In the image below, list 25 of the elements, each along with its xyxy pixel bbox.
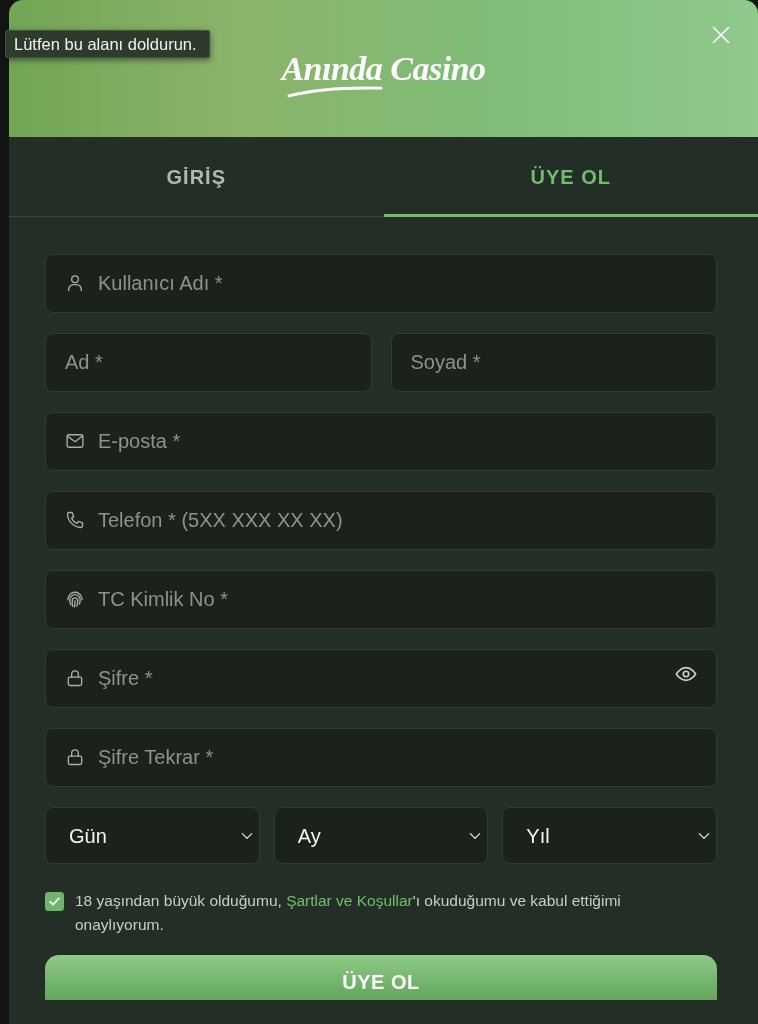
tab[interactable]: GİRİŞ bbox=[9, 137, 384, 217]
email-field[interactable]: E-posta * bbox=[45, 412, 717, 471]
consent-checkbox[interactable] bbox=[45, 892, 64, 911]
date-select[interactable]: Ay bbox=[273, 807, 489, 864]
envelope-icon bbox=[65, 431, 85, 451]
lock-icon bbox=[65, 747, 85, 767]
phone-icon bbox=[65, 510, 85, 530]
name-field[interactable]: Ad * bbox=[45, 333, 372, 392]
date-select[interactable]: Yıl bbox=[502, 807, 717, 864]
username-field[interactable]: Kullanıcı Adı * bbox=[45, 254, 717, 313]
terms-link[interactable]: Şartlar ve Koşullar bbox=[286, 892, 413, 909]
tab[interactable]: ÜYE OL bbox=[383, 137, 758, 217]
password-field[interactable]: Şifre Tekrar * bbox=[45, 728, 717, 787]
close-icon bbox=[711, 25, 731, 45]
lock-icon bbox=[65, 668, 85, 688]
user-icon bbox=[65, 273, 85, 293]
consent-text: 18 yaşından büyük olduğumu, Şartlar ve Koşullar'ı okuduğumu ve kabul ettiğimi onaylıyorum. bbox=[75, 891, 622, 935]
date-select[interactable]: Gün bbox=[45, 807, 260, 864]
id-number-field[interactable]: TC Kimlik No * bbox=[45, 570, 717, 629]
password-field[interactable]: Şifre * bbox=[45, 649, 717, 708]
logo-text: Anında Casino bbox=[281, 48, 486, 89]
name-field[interactable]: Soyad * bbox=[390, 333, 717, 392]
fingerprint-icon bbox=[65, 589, 85, 609]
phone-field[interactable]: Telefon * (5XX XXX XX XX) bbox=[45, 491, 717, 550]
validation-tooltip: Lütfen bu alanı doldurun. bbox=[5, 30, 210, 58]
